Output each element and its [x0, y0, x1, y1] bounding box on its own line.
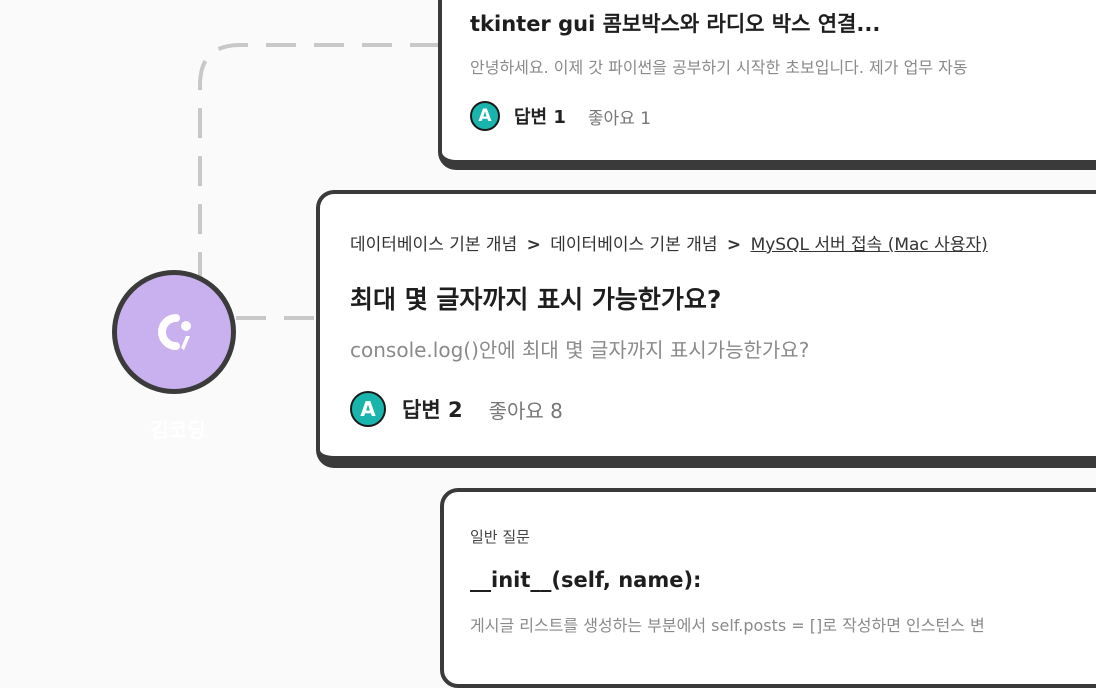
chevron-right-icon: >: [726, 235, 742, 255]
question-card[interactable]: tkinter gui 콤보박스와 라디오 박스 연결... 안녕하세요. 이제…: [438, 0, 1096, 170]
codeit-logo-icon: [158, 314, 191, 350]
breadcrumb-item[interactable]: 데이터베이스 기본 개념: [550, 235, 717, 255]
likes-count: 좋아요 8: [488, 398, 563, 423]
question-card[interactable]: 데이터베이스 기본 개념 > 데이터베이스 기본 개념 > MySQL 서버 접…: [316, 190, 1096, 468]
question-meta: A 답변 1 좋아요 1: [470, 101, 651, 131]
question-category: 일반 질문: [470, 528, 530, 546]
question-card[interactable]: 일반 질문 __init__(self, name): 게시글 리스트를 생성하…: [440, 488, 1096, 688]
question-excerpt: console.log()안에 최대 몇 글자까지 표시가능한가요?: [350, 338, 810, 362]
answers-count: 답변 1: [514, 107, 566, 128]
answer-badge: A: [350, 391, 386, 427]
user-avatar[interactable]: [112, 270, 236, 394]
answer-badge: A: [470, 101, 500, 131]
question-meta: A 답변 2 좋아요 8: [350, 391, 563, 427]
question-title[interactable]: 최대 몇 글자까지 표시 가능한가요?: [350, 280, 721, 316]
breadcrumb-current[interactable]: MySQL 서버 접속 (Mac 사용자): [751, 235, 988, 255]
question-title: __init__(self, name):: [470, 568, 702, 592]
chevron-right-icon: >: [526, 235, 541, 255]
answers-count: 답변 2: [402, 398, 463, 422]
likes-count: 좋아요 1: [587, 108, 652, 129]
question-title: tkinter gui 콤보박스와 라디오 박스 연결...: [470, 12, 881, 36]
breadcrumb: 데이터베이스 기본 개념 > 데이터베이스 기본 개념 > MySQL 서버 접…: [350, 230, 988, 255]
question-excerpt: 게시글 리스트를 생성하는 부분에서 self.posts = []로 작성하면…: [470, 616, 985, 635]
user-name: 김코딩: [150, 418, 206, 442]
question-excerpt: 안녕하세요. 이제 갓 파이썬을 공부하기 시작한 초보입니다. 제가 업무 자…: [470, 58, 968, 77]
breadcrumb-item[interactable]: 데이터베이스 기본 개념: [350, 235, 517, 255]
